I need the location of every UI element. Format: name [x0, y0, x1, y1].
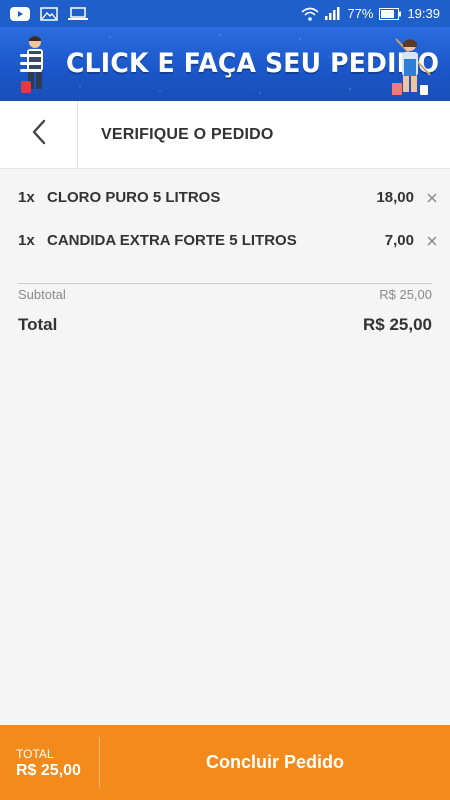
battery-icon	[379, 7, 402, 20]
laptop-icon	[68, 6, 88, 21]
youtube-icon	[10, 6, 30, 21]
item-quantity: 1x	[18, 189, 35, 206]
subtotal-label: Subtotal	[18, 287, 66, 302]
order-item-list: 1x CLORO PURO 5 LITROS 18,00 1x CANDIDA …	[0, 176, 450, 262]
clock: 19:39	[407, 6, 440, 21]
subtotal-value: R$ 25,00	[379, 287, 432, 302]
menu-button[interactable]	[20, 54, 42, 72]
remove-item-button[interactable]	[424, 233, 440, 249]
menu-icon-line	[20, 54, 42, 57]
footer-total-label: TOTAL	[16, 747, 54, 761]
page-title: VERIFIQUE O PEDIDO	[101, 126, 274, 143]
total-row: Total R$ 25,00	[18, 315, 432, 339]
back-button[interactable]	[0, 101, 78, 168]
gallery-icon	[40, 6, 58, 21]
remove-item-button[interactable]	[424, 190, 440, 206]
footer-total-value: R$ 25,00	[16, 762, 81, 779]
signal-icon	[325, 7, 341, 20]
checkout-button[interactable]: Concluir Pedido	[100, 725, 450, 800]
item-quantity: 1x	[18, 232, 35, 249]
item-name: CANDIDA EXTRA FORTE 5 LITROS	[47, 232, 297, 249]
item-price: 18,00	[376, 189, 414, 206]
order-item: 1x CLORO PURO 5 LITROS 18,00	[0, 176, 450, 219]
status-bar: 77% 19:39	[0, 0, 450, 27]
item-name: CLORO PURO 5 LITROS	[47, 189, 221, 206]
item-price: 7,00	[384, 232, 414, 249]
app-banner: CLICK E FAÇA SEU PEDIDO	[0, 27, 450, 101]
mascot-right-image	[390, 33, 434, 101]
summary-divider	[18, 283, 432, 284]
banner-title: CLICK E FAÇA SEU PEDIDO	[66, 48, 440, 79]
close-icon	[427, 236, 437, 245]
chevron-left-icon	[31, 119, 47, 150]
footer-total: TOTAL R$ 25,00	[16, 747, 81, 781]
order-item: 1x CANDIDA EXTRA FORTE 5 LITROS 7,00	[0, 219, 450, 262]
subtotal-row: Subtotal R$ 25,00	[18, 287, 432, 305]
page-header: VERIFIQUE O PEDIDO	[0, 101, 450, 169]
menu-icon-line	[20, 69, 42, 72]
checkout-footer: TOTAL R$ 25,00 Concluir Pedido	[0, 725, 450, 800]
wifi-icon	[301, 7, 319, 21]
battery-percent: 77%	[347, 6, 374, 21]
total-value: R$ 25,00	[363, 315, 432, 334]
close-icon	[427, 193, 437, 202]
menu-icon-line	[20, 61, 42, 65]
total-label: Total	[18, 315, 58, 334]
